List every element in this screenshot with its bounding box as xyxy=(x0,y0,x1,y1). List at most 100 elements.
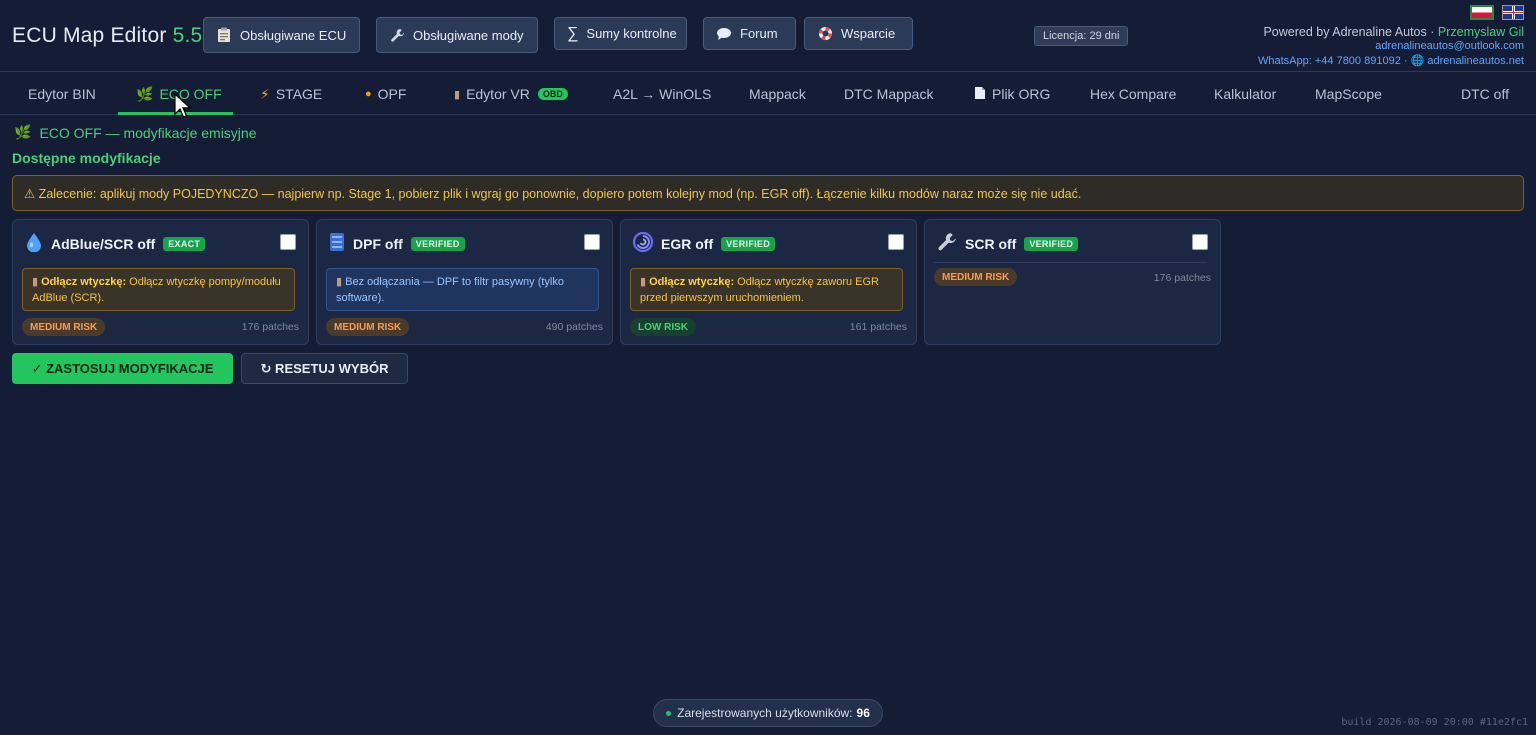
card-header: AdBlue/SCR off EXACT xyxy=(25,232,296,256)
mod-card-adblue[interactable]: AdBlue/SCR off EXACT ▮ Odłącz wtyczkę: O… xyxy=(12,219,309,345)
patch-count: 176 patches xyxy=(241,321,299,333)
reset-selection-button[interactable]: ↻ RESETUJ WYBÓR xyxy=(241,353,408,384)
clipboard-icon xyxy=(216,27,232,43)
verified-tag: VERIFIED xyxy=(410,237,465,251)
disconnect-note: ▮ Odłącz wtyczkę: Odłącz wtyczkę zaworu … xyxy=(630,268,903,311)
verified-tag: VERIFIED xyxy=(1024,237,1079,251)
polish-flag-icon[interactable] xyxy=(1470,5,1494,20)
card-divider xyxy=(934,262,1207,263)
wrench-icon xyxy=(389,27,405,43)
tab-opf[interactable]: ● OPF xyxy=(365,73,406,115)
section-subtitle: Dostępne modyfikacje xyxy=(12,150,161,166)
app-header: ECU Map Editor 5.5 Obsługiwane ECU Obsłu… xyxy=(0,0,1536,72)
disconnect-note: ▮ Odłącz wtyczkę: Odłącz wtyczkę pompy/m… xyxy=(22,268,295,311)
patch-count: 490 patches xyxy=(545,321,603,333)
app-version: 5.5 xyxy=(172,24,203,47)
checksums-label: Sumy kontrolne xyxy=(586,26,677,41)
patch-count: 161 patches xyxy=(849,321,907,333)
tab-label: Hex Compare xyxy=(1090,86,1177,102)
tab-edytor-vr[interactable]: ▮ Edytor VR OBD xyxy=(454,73,568,115)
supported-mods-button[interactable]: Obsługiwane mody xyxy=(376,17,538,53)
tab-label: DTC off xyxy=(1461,86,1509,102)
select-checkbox[interactable] xyxy=(584,234,600,250)
patch-count: 176 patches xyxy=(1153,272,1211,284)
english-flag-icon[interactable] xyxy=(1502,5,1524,20)
note-text: Bez odłączania — DPF to filtr pasywny (t… xyxy=(336,276,564,304)
tab-a2l-winols[interactable]: A2L → WinOLS xyxy=(613,73,711,115)
mod-card-dpf[interactable]: DPF off VERIFIED ▮ Bez odłączania — DPF … xyxy=(316,219,613,345)
tab-label: Edytor VR xyxy=(466,86,530,102)
powered-by: Powered by Adrenaline Autos · Przemyslaw… xyxy=(1263,25,1524,39)
plug-icon: ▮ xyxy=(336,276,343,288)
risk-badge: MEDIUM RISK xyxy=(22,318,106,336)
mod-card-egr[interactable]: EGR off VERIFIED ▮ Odłącz wtyczkę: Odłąc… xyxy=(620,219,917,345)
verified-tag: VERIFIED xyxy=(721,237,776,251)
tab-label: DTC Mappack xyxy=(844,86,934,102)
leaf-icon: 🌿 xyxy=(14,124,32,140)
tab-stage[interactable]: ⚡ STAGE xyxy=(260,73,322,115)
users-count: 96 xyxy=(856,706,870,720)
tab-label: Kalkulator xyxy=(1214,86,1277,102)
supported-mods-label: Obsługiwane mody xyxy=(413,27,524,43)
apply-modifications-button[interactable]: ✓ ZASTOSUJ MODYFIKACJE xyxy=(12,353,233,384)
select-checkbox[interactable] xyxy=(280,234,296,250)
contact-line: WhatsApp: +44 7800 891092 · 🌐 adrenaline… xyxy=(1258,54,1524,67)
section-title-text: ECO OFF — modyfikacje emisyjne xyxy=(39,124,257,141)
water-drop-icon xyxy=(25,232,43,257)
exact-tag: EXACT xyxy=(163,237,206,251)
tab-hex-compare[interactable]: Hex Compare xyxy=(1090,73,1176,115)
card-header: EGR off VERIFIED xyxy=(632,231,904,257)
mod-card-scr[interactable]: SCR off VERIFIED MEDIUM RISK 176 patches xyxy=(924,219,1221,345)
tab-label: A2L → WinOLS xyxy=(613,86,712,102)
risk-badge: LOW RISK xyxy=(630,318,696,336)
swirl-icon xyxy=(632,231,654,257)
card-header: SCR off VERIFIED xyxy=(937,232,1208,256)
card-title: EGR off xyxy=(661,236,714,252)
tab-edytor-bin[interactable]: Edytor BIN xyxy=(28,73,96,115)
app-name: ECU Map Editor xyxy=(12,24,167,47)
whatsapp-link[interactable]: WhatsApp: +44 7800 891092 · xyxy=(1258,55,1408,67)
chat-bubble-icon xyxy=(716,26,732,42)
tab-label: MapScope xyxy=(1315,86,1382,102)
note-bold: Odłącz wtyczkę: xyxy=(41,276,127,288)
tab-label: Plik ORG xyxy=(992,86,1051,102)
tab-dtc-mappack[interactable]: DTC Mappack xyxy=(844,73,933,115)
tab-label: Mappack xyxy=(749,86,806,102)
tab-mapscope[interactable]: MapScope xyxy=(1315,73,1382,115)
app-title: ECU Map Editor 5.5 xyxy=(12,24,202,48)
website-link[interactable]: adrenalineautos.net xyxy=(1427,55,1524,67)
bolt-icon: ⚡ xyxy=(260,85,270,102)
supported-ecu-label: Obsługiwane ECU xyxy=(240,27,347,43)
obd-badge: OBD xyxy=(537,88,568,100)
tab-dtc-off[interactable]: DTC off xyxy=(1461,73,1509,115)
select-checkbox[interactable] xyxy=(888,234,904,250)
tab-kalkulator[interactable]: Kalkulator xyxy=(1214,73,1276,115)
card-header: DPF off VERIFIED xyxy=(329,232,600,256)
sigma-icon: ∑ xyxy=(567,24,579,42)
checksums-button[interactable]: ∑ Sumy kontrolne xyxy=(554,17,687,50)
card-title: SCR off xyxy=(965,236,1017,252)
select-checkbox[interactable] xyxy=(1192,234,1208,250)
note-bold: Odłącz wtyczkę: xyxy=(649,276,735,288)
author-name: Przemyslaw Gil xyxy=(1437,25,1524,39)
contact-email-link[interactable]: adrenalineautos@outlook.com xyxy=(1375,40,1524,52)
tab-label: STAGE xyxy=(275,86,323,102)
risk-badge: MEDIUM RISK xyxy=(934,268,1018,286)
licence-badge: Licencja: 29 dni xyxy=(1034,26,1129,46)
support-button[interactable]: Wsparcie xyxy=(804,17,913,50)
plug-icon: ▮ xyxy=(454,88,461,101)
supported-ecu-button[interactable]: Obsługiwane ECU xyxy=(203,17,360,53)
tab-label: OPF xyxy=(377,86,407,102)
tab-mappack[interactable]: Mappack xyxy=(749,73,806,115)
wrench-icon xyxy=(937,232,957,257)
mouse-cursor-icon xyxy=(174,93,192,118)
tab-plik-org[interactable]: Plik ORG xyxy=(974,73,1050,115)
plug-icon: ▮ xyxy=(32,276,39,288)
forum-button[interactable]: Forum xyxy=(703,17,796,50)
risk-badge: MEDIUM RISK xyxy=(326,318,410,336)
section-title: 🌿 ECO OFF — modyfikacje emisyjne xyxy=(14,124,257,141)
build-info: build 2026-08-09 20:00 #11e2fc1 xyxy=(1341,717,1528,728)
plug-icon: ▮ xyxy=(640,276,647,288)
lifebuoy-icon xyxy=(817,26,833,42)
forum-label: Forum xyxy=(740,26,778,41)
